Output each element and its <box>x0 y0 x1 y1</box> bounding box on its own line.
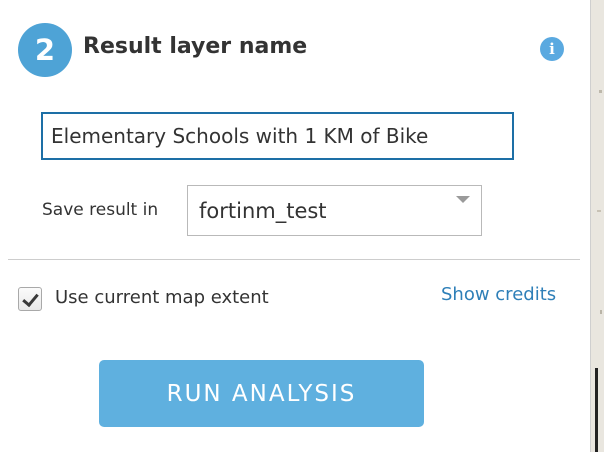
save-result-label: Save result in <box>42 200 159 220</box>
step-number-badge: 2 <box>18 23 72 77</box>
show-credits-link[interactable]: Show credits <box>441 284 556 305</box>
use-map-extent-checkbox[interactable] <box>18 287 42 311</box>
result-layer-name-input[interactable]: Elementary Schools with 1 KM of Bike <box>41 112 514 160</box>
info-icon[interactable]: i <box>540 37 564 61</box>
divider <box>8 259 580 260</box>
chevron-down-icon <box>456 196 470 203</box>
run-analysis-button[interactable]: RUN ANALYSIS <box>99 360 424 427</box>
save-folder-value: fortinm_test <box>199 199 327 223</box>
analysis-panel: 2 Result layer name i Elementary Schools… <box>0 0 590 452</box>
map-edge <box>590 0 604 452</box>
save-folder-select[interactable]: fortinm_test <box>187 185 482 236</box>
use-map-extent-label[interactable]: Use current map extent <box>55 287 269 308</box>
checkmark-icon <box>22 289 39 308</box>
section-title: Result layer name <box>83 34 308 59</box>
